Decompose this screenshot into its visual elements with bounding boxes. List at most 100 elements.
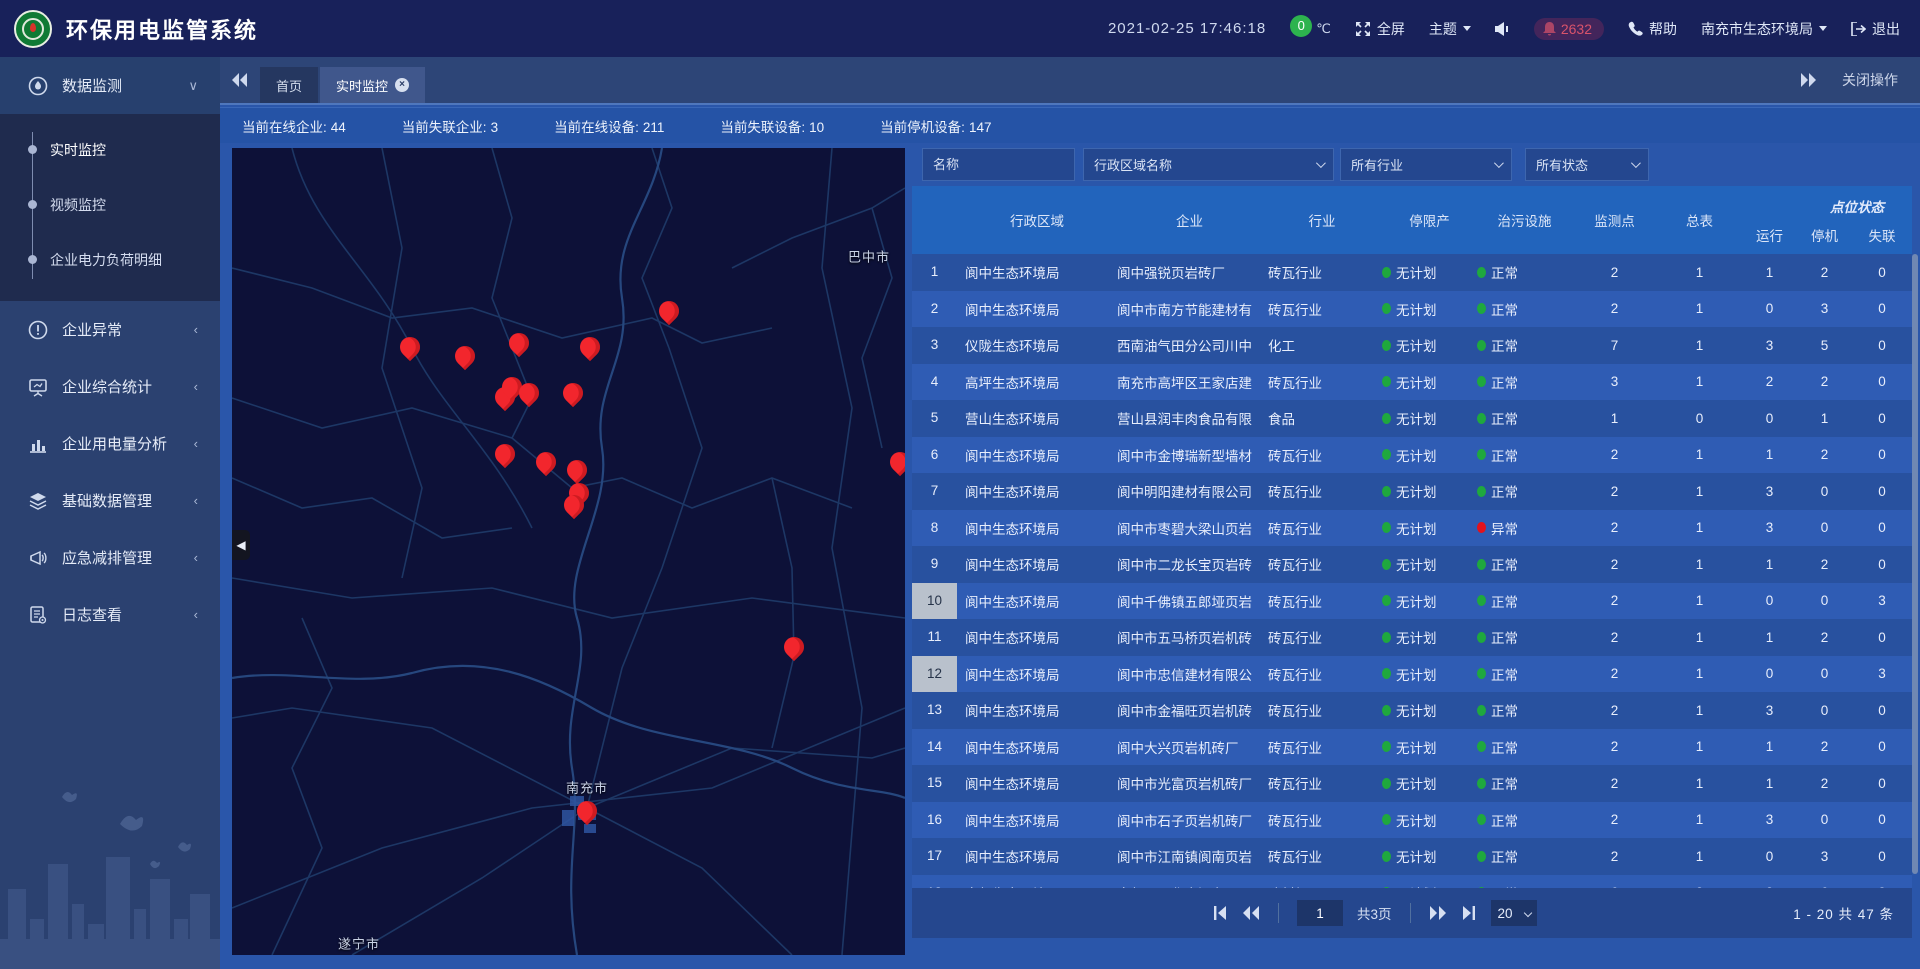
status-dot bbox=[1477, 741, 1486, 752]
sidebar-item-enterprise-statistics[interactable]: 企业综合统计 ‹ bbox=[0, 358, 220, 415]
fullscreen-button[interactable]: 全屏 bbox=[1355, 19, 1405, 39]
notifications-button[interactable]: 2632 bbox=[1534, 18, 1604, 40]
tab-close-icon[interactable]: × bbox=[395, 78, 409, 92]
cell-lost: 0 bbox=[1852, 374, 1912, 389]
theme-dropdown[interactable]: 主题 bbox=[1429, 19, 1471, 39]
help-button[interactable]: 帮助 bbox=[1628, 19, 1677, 39]
table-row[interactable]: 9阆中生态环境局阆中市二龙长宝页岩砖砖瓦行业无计划正常21120 bbox=[912, 546, 1912, 583]
pagination-bar: 共3页 20 1 - 20 共 47 条 bbox=[912, 888, 1912, 938]
table-header: 行政区域 企业 行业 停限产 治污设施 监测点 总表 点位状态 运行 停机 失联 bbox=[912, 186, 1912, 254]
logout-button[interactable]: 退出 bbox=[1851, 19, 1900, 39]
sidebar-item-video-monitor[interactable]: 视频监控 bbox=[0, 177, 220, 232]
cell-region: 阆中生态环境局 bbox=[957, 262, 1117, 282]
table-row[interactable]: 18南部生态环境局南部县砚化水泥有限公建材加工无计划正常60060 bbox=[912, 875, 1912, 889]
sidebar-item-power-load-detail[interactable]: 企业电力负荷明细 bbox=[0, 232, 220, 287]
double-chevron-right-icon[interactable] bbox=[1800, 73, 1816, 87]
cell-lost: 0 bbox=[1852, 630, 1912, 645]
next-page-button[interactable] bbox=[1429, 906, 1447, 920]
cell-meter: 1 bbox=[1657, 520, 1742, 535]
org-dropdown[interactable]: 南充市生态环境局 bbox=[1701, 19, 1827, 39]
cell-monitor: 2 bbox=[1572, 265, 1657, 280]
sidebar-item-enterprise-abnormal[interactable]: 企业异常 ‹ bbox=[0, 301, 220, 358]
cell-suspend: 无计划 bbox=[1382, 773, 1477, 793]
first-page-button[interactable] bbox=[1212, 906, 1228, 920]
table-row[interactable]: 11阆中生态环境局阆中市五马桥页岩机砖砖瓦行业无计划正常21120 bbox=[912, 619, 1912, 656]
cell-suspend: 无计划 bbox=[1382, 481, 1477, 501]
row-number: 6 bbox=[912, 437, 957, 474]
page-size-select[interactable]: 20 bbox=[1491, 900, 1537, 926]
tab-home[interactable]: 首页 bbox=[260, 67, 318, 103]
col-group-point-status: 点位状态 bbox=[1830, 196, 1884, 216]
table-row[interactable]: 7阆中生态环境局阆中明阳建材有限公司砖瓦行业无计划正常21300 bbox=[912, 473, 1912, 510]
table-row[interactable]: 5营山生态环境局营山县润丰肉食品有限食品无计划正常10010 bbox=[912, 400, 1912, 437]
table-row[interactable]: 8阆中生态环境局阆中市枣碧大梁山页岩砖瓦行业无计划异常21300 bbox=[912, 510, 1912, 547]
table-row[interactable]: 14阆中生态环境局阆中大兴页岩机砖厂砖瓦行业无计划正常21120 bbox=[912, 729, 1912, 766]
status-filter-select[interactable]: 所有状态 bbox=[1525, 148, 1649, 181]
table-row[interactable]: 3仪陇生态环境局西南油气田分公司川中化工无计划正常71350 bbox=[912, 327, 1912, 364]
table-row[interactable]: 2阆中生态环境局阆中市南方节能建材有砖瓦行业无计划正常21030 bbox=[912, 291, 1912, 328]
industry-filter-select[interactable]: 所有行业 bbox=[1340, 148, 1512, 181]
map-canvas[interactable]: 巴中市南充市遂宁市 ◀ bbox=[232, 148, 905, 955]
col-stop: 停机 bbox=[1797, 225, 1852, 245]
cell-region: 阆中生态环境局 bbox=[957, 700, 1117, 720]
cell-industry: 砖瓦行业 bbox=[1262, 554, 1382, 574]
table-scrollbar[interactable] bbox=[1912, 254, 1918, 874]
sidebar-item-data-monitoring[interactable]: 数据监测 ∨ bbox=[0, 57, 220, 114]
cell-enterprise: 阆中市南方节能建材有 bbox=[1117, 299, 1262, 319]
map-collapse-button[interactable]: ◀ bbox=[232, 530, 250, 560]
status-dot bbox=[1382, 413, 1391, 424]
status-dot bbox=[1477, 595, 1486, 606]
page-number-input[interactable] bbox=[1297, 900, 1343, 926]
cell-lost: 0 bbox=[1852, 265, 1912, 280]
cell-monitor: 2 bbox=[1572, 447, 1657, 462]
cell-run: 2 bbox=[1742, 374, 1797, 389]
table-row[interactable]: 13阆中生态环境局阆中市金福旺页岩机砖砖瓦行业无计划正常21300 bbox=[912, 692, 1912, 729]
sound-button[interactable] bbox=[1495, 22, 1510, 36]
row-number: 10 bbox=[912, 583, 957, 620]
cell-lost: 0 bbox=[1852, 739, 1912, 754]
cell-facility: 正常 bbox=[1477, 372, 1572, 392]
table-row[interactable]: 4高坪生态环境局南充市高坪区王家店建砖瓦行业无计划正常31220 bbox=[912, 364, 1912, 401]
sidebar-item-realtime-monitor[interactable]: 实时监控 bbox=[0, 122, 220, 177]
status-dot bbox=[1477, 267, 1486, 278]
sidebar-item-log-view[interactable]: 日志查看 ‹ bbox=[0, 586, 220, 643]
status-dot bbox=[1477, 668, 1486, 679]
cell-lost: 0 bbox=[1852, 411, 1912, 426]
stat-stopped-devices: 当前停机设备:147 bbox=[880, 116, 991, 136]
cell-suspend: 无计划 bbox=[1382, 664, 1477, 684]
prev-page-button[interactable] bbox=[1242, 906, 1260, 920]
cell-stop: 2 bbox=[1797, 739, 1852, 754]
table-row[interactable]: 10阆中生态环境局阆中千佛镇五郎垭页岩砖瓦行业无计划正常21003 bbox=[912, 583, 1912, 620]
status-dot bbox=[1382, 705, 1391, 716]
table-row[interactable]: 12阆中生态环境局阆中市忠信建材有限公砖瓦行业无计划正常21003 bbox=[912, 656, 1912, 693]
tab-realtime-monitor[interactable]: 实时监控 × bbox=[320, 67, 425, 103]
table-row[interactable]: 17阆中生态环境局阆中市江南镇阆南页岩砖瓦行业无计划正常21030 bbox=[912, 838, 1912, 875]
last-page-button[interactable] bbox=[1461, 906, 1477, 920]
cell-meter: 1 bbox=[1657, 666, 1742, 681]
close-operations-button[interactable]: 关闭操作 bbox=[1842, 70, 1898, 90]
region-filter-select[interactable]: 行政区域名称 bbox=[1083, 148, 1334, 181]
cell-run: 0 bbox=[1742, 666, 1797, 681]
sidebar-item-emergency-reduction[interactable]: 应急减排管理 ‹ bbox=[0, 529, 220, 586]
table-row[interactable]: 15阆中生态环境局阆中市光富页岩机砖厂砖瓦行业无计划正常21120 bbox=[912, 765, 1912, 802]
tabs-scroll-left-button[interactable] bbox=[220, 57, 260, 103]
table-row[interactable]: 1阆中生态环境局阆中强锐页岩砖厂砖瓦行业无计划正常21120 bbox=[912, 254, 1912, 291]
cell-stop: 0 bbox=[1797, 593, 1852, 608]
sidebar-item-power-analysis[interactable]: 企业用电量分析 ‹ bbox=[0, 415, 220, 472]
datetime: 2021-02-25 17:46:18 bbox=[1108, 20, 1266, 37]
cell-enterprise: 阆中市五马桥页岩机砖 bbox=[1117, 627, 1262, 647]
status-dot bbox=[1477, 376, 1486, 387]
cell-stop: 3 bbox=[1797, 849, 1852, 864]
row-number: 16 bbox=[912, 802, 957, 839]
col-meter: 总表 bbox=[1657, 210, 1742, 230]
stats-bar: 当前在线企业:44 当前失联企业:3 当前在线设备:211 当前失联设备:10 … bbox=[220, 107, 1920, 143]
cell-facility: 正常 bbox=[1477, 846, 1572, 866]
table-row[interactable]: 16阆中生态环境局阆中市石子页岩机砖厂砖瓦行业无计划正常21300 bbox=[912, 802, 1912, 839]
chevron-left-icon: ‹ bbox=[194, 493, 198, 508]
sidebar-item-base-data[interactable]: 基础数据管理 ‹ bbox=[0, 472, 220, 529]
table-row[interactable]: 6阆中生态环境局阆中市金博瑞新型墙材砖瓦行业无计划正常21120 bbox=[912, 437, 1912, 474]
name-filter-input[interactable] bbox=[922, 148, 1075, 181]
cell-enterprise: 阆中市江南镇阆南页岩 bbox=[1117, 846, 1262, 866]
col-suspend: 停限产 bbox=[1382, 210, 1477, 230]
status-dot bbox=[1477, 413, 1486, 424]
